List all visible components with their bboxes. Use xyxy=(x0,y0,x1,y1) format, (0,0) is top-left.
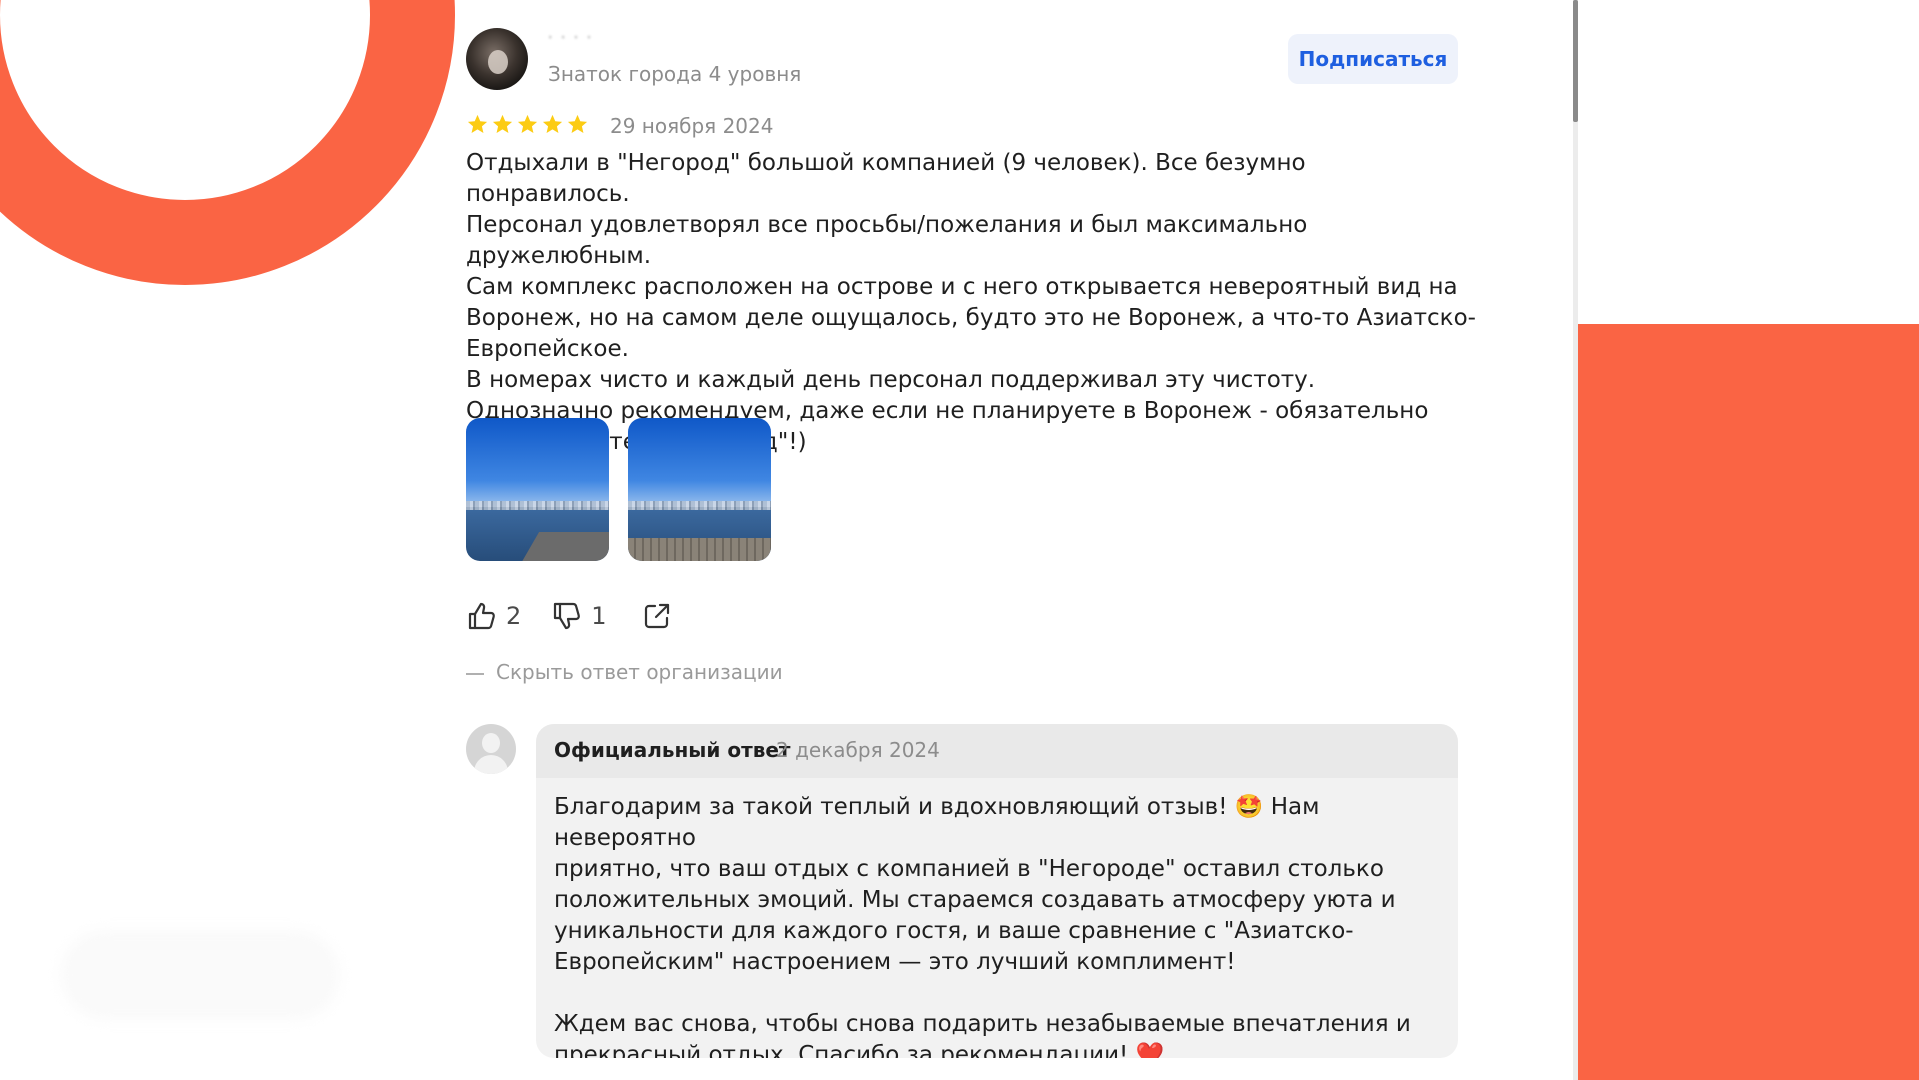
review-actions: 2 1 xyxy=(466,598,673,634)
star-icon xyxy=(492,114,513,134)
dislike-count: 1 xyxy=(591,602,607,630)
dash-icon xyxy=(466,672,484,675)
reply-text: Благодарим за такой теплый и вдохновляющ… xyxy=(554,794,1411,1058)
like-count: 2 xyxy=(506,602,522,630)
star-icon xyxy=(542,114,563,134)
thumbs-down-icon xyxy=(554,602,581,630)
reply-title: Официальный ответ xyxy=(554,738,791,762)
scrollbar-track[interactable] xyxy=(1573,0,1578,1080)
rating-stars xyxy=(466,113,589,139)
avatar-shoulders xyxy=(474,755,508,774)
decorative-blur xyxy=(60,930,340,1020)
dislike-button[interactable]: 1 xyxy=(551,600,607,632)
star-icon xyxy=(467,114,488,134)
share-button[interactable] xyxy=(641,600,673,632)
review-text: Отдыхали в "Негород" большой компанией (… xyxy=(466,150,1476,455)
decorative-ring xyxy=(0,0,455,285)
reply-date: 2 декабря 2024 xyxy=(776,738,940,762)
subscribe-button[interactable]: Подписаться xyxy=(1288,34,1458,84)
like-button[interactable]: 2 xyxy=(466,600,521,632)
photo-skyline xyxy=(628,500,771,510)
scrollbar-thumb[interactable] xyxy=(1573,0,1578,122)
star-icon xyxy=(517,114,538,134)
review-card: · · · · Знаток города 4 уровня Подписать… xyxy=(466,0,1476,1080)
author-level: Знаток города 4 уровня xyxy=(548,62,802,86)
hide-reply-toggle[interactable]: Скрыть ответ организации xyxy=(466,660,783,684)
author-name[interactable]: · · · · xyxy=(548,30,708,50)
author-avatar[interactable] xyxy=(466,28,528,90)
organization-avatar xyxy=(466,724,516,774)
hide-reply-label: Скрыть ответ организации xyxy=(496,660,783,684)
share-icon xyxy=(644,603,669,629)
official-reply: Официальный ответ 2 декабря 2024 Благода… xyxy=(536,724,1458,1058)
star-icon xyxy=(567,114,588,134)
photo-skyline xyxy=(466,500,609,510)
photo-sky xyxy=(628,418,771,507)
review-date: 29 ноября 2024 xyxy=(610,114,774,138)
photo-sky xyxy=(466,418,609,507)
photo-pier xyxy=(628,538,771,561)
avatar-face xyxy=(488,50,508,74)
reply-header: Официальный ответ 2 декабря 2024 xyxy=(536,724,1458,778)
avatar-head xyxy=(482,733,500,753)
review-photo-2[interactable] xyxy=(628,418,771,561)
review-photo-1[interactable] xyxy=(466,418,609,561)
right-panel-accent xyxy=(1578,324,1919,1080)
right-panel-top xyxy=(1578,0,1919,324)
thumbs-up-icon xyxy=(468,602,495,630)
